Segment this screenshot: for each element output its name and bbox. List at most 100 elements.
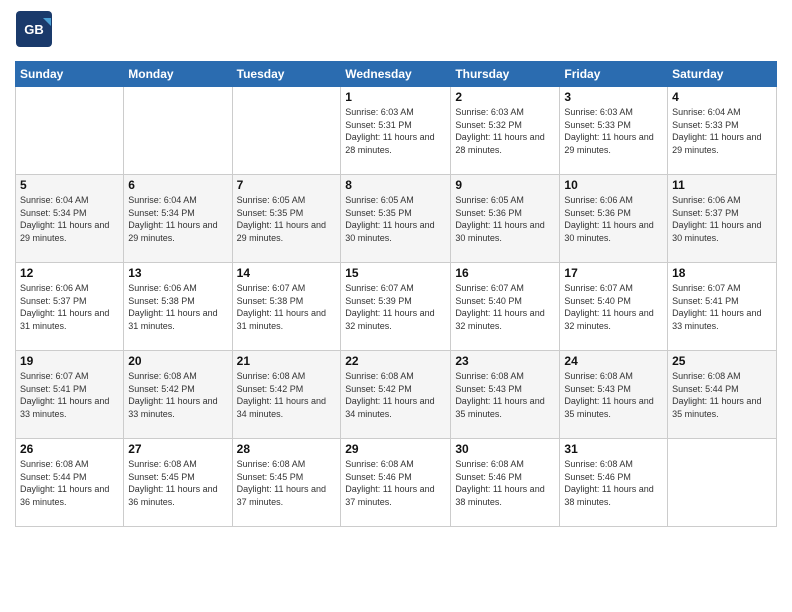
day-info: Sunrise: 6:08 AM Sunset: 5:42 PM Dayligh… (237, 370, 337, 420)
calendar-cell: 29 Sunrise: 6:08 AM Sunset: 5:46 PM Dayli… (341, 439, 451, 527)
calendar-cell (16, 87, 124, 175)
day-number: 3 (564, 90, 663, 104)
calendar-cell: 20Sunrise: 6:08 AM Sunset: 5:42 PM Dayli… (124, 351, 232, 439)
day-number: 2 (455, 90, 555, 104)
calendar-cell: 21 Sunrise: 6:08 AM Sunset: 5:42 PM Dayli… (232, 351, 341, 439)
day-number: 12 (20, 266, 119, 280)
day-number: 14 (237, 266, 337, 280)
calendar-header-row: SundayMondayTuesdayWednesdayThursdayFrid… (16, 62, 777, 87)
day-info: Sunrise: 6:07 AM Sunset: 5:39 PM Dayligh… (345, 282, 446, 332)
calendar-table: SundayMondayTuesdayWednesdayThursdayFrid… (15, 61, 777, 527)
calendar-cell (124, 87, 232, 175)
calendar-week-row: 12 Sunrise: 6:06 AM Sunset: 5:37 PM Dayli… (16, 263, 777, 351)
calendar-cell: 4Sunrise: 6:04 AM Sunset: 5:33 PM Daylig… (668, 87, 777, 175)
day-info: Sunrise: 6:06 AM Sunset: 5:37 PM Dayligh… (672, 194, 772, 244)
day-number: 25 (672, 354, 772, 368)
day-number: 13 (128, 266, 227, 280)
calendar-cell: 8 Sunrise: 6:05 AM Sunset: 5:35 PM Daylig… (341, 175, 451, 263)
calendar-cell: 15Sunrise: 6:07 AM Sunset: 5:39 PM Dayli… (341, 263, 451, 351)
calendar-cell: 9 Sunrise: 6:05 AM Sunset: 5:36 PM Daylig… (451, 175, 560, 263)
day-info: Sunrise: 6:03 AM Sunset: 5:32 PM Dayligh… (455, 106, 555, 156)
day-info: Sunrise: 6:08 AM Sunset: 5:42 PM Dayligh… (345, 370, 446, 420)
calendar-cell: 11 Sunrise: 6:06 AM Sunset: 5:37 PM Dayli… (668, 175, 777, 263)
logo-icon: GB (15, 10, 53, 48)
calendar-cell: 18 Sunrise: 6:07 AM Sunset: 5:41 PM Dayli… (668, 263, 777, 351)
calendar-cell: 5 Sunrise: 6:04 AM Sunset: 5:34 PM Daylig… (16, 175, 124, 263)
day-info: Sunrise: 6:06 AM Sunset: 5:37 PM Dayligh… (20, 282, 119, 332)
header: GB (15, 10, 777, 53)
calendar-cell: 7Sunrise: 6:05 AM Sunset: 5:35 PM Daylig… (232, 175, 341, 263)
calendar-cell: 19Sunrise: 6:07 AM Sunset: 5:41 PM Dayli… (16, 351, 124, 439)
calendar-cell: 30 Sunrise: 6:08 AM Sunset: 5:46 PM Dayli… (451, 439, 560, 527)
day-number: 21 (237, 354, 337, 368)
calendar-cell: 25 Sunrise: 6:08 AM Sunset: 5:44 PM Dayli… (668, 351, 777, 439)
day-info: Sunrise: 6:04 AM Sunset: 5:34 PM Dayligh… (20, 194, 119, 244)
calendar-week-row: 19Sunrise: 6:07 AM Sunset: 5:41 PM Dayli… (16, 351, 777, 439)
day-of-week-saturday: Saturday (668, 62, 777, 87)
day-of-week-friday: Friday (560, 62, 668, 87)
day-number: 1 (345, 90, 446, 104)
calendar-week-row: 5 Sunrise: 6:04 AM Sunset: 5:34 PM Daylig… (16, 175, 777, 263)
day-info: Sunrise: 6:07 AM Sunset: 5:41 PM Dayligh… (672, 282, 772, 332)
day-number: 29 (345, 442, 446, 456)
day-number: 5 (20, 178, 119, 192)
day-of-week-thursday: Thursday (451, 62, 560, 87)
calendar-cell: 13 Sunrise: 6:06 AM Sunset: 5:38 PM Dayli… (124, 263, 232, 351)
day-number: 17 (564, 266, 663, 280)
day-number: 20 (128, 354, 227, 368)
day-number: 24 (564, 354, 663, 368)
calendar-cell (668, 439, 777, 527)
day-info: Sunrise: 6:03 AM Sunset: 5:33 PM Dayligh… (564, 106, 663, 156)
day-info: Sunrise: 6:08 AM Sunset: 5:45 PM Dayligh… (237, 458, 337, 508)
day-info: Sunrise: 6:07 AM Sunset: 5:40 PM Dayligh… (455, 282, 555, 332)
day-info: Sunrise: 6:08 AM Sunset: 5:46 PM Dayligh… (564, 458, 663, 508)
calendar-cell: 12 Sunrise: 6:06 AM Sunset: 5:37 PM Dayli… (16, 263, 124, 351)
day-info: Sunrise: 6:05 AM Sunset: 5:36 PM Dayligh… (455, 194, 555, 244)
calendar-cell: 26Sunrise: 6:08 AM Sunset: 5:44 PM Dayli… (16, 439, 124, 527)
calendar-week-row: 26Sunrise: 6:08 AM Sunset: 5:44 PM Dayli… (16, 439, 777, 527)
day-info: Sunrise: 6:03 AM Sunset: 5:31 PM Dayligh… (345, 106, 446, 156)
day-number: 26 (20, 442, 119, 456)
day-number: 4 (672, 90, 772, 104)
day-number: 30 (455, 442, 555, 456)
day-info: Sunrise: 6:08 AM Sunset: 5:44 PM Dayligh… (672, 370, 772, 420)
calendar-cell: 23 Sunrise: 6:08 AM Sunset: 5:43 PM Dayli… (451, 351, 560, 439)
day-number: 11 (672, 178, 772, 192)
calendar-cell: 17Sunrise: 6:07 AM Sunset: 5:40 PM Dayli… (560, 263, 668, 351)
day-of-week-wednesday: Wednesday (341, 62, 451, 87)
calendar-cell: 24Sunrise: 6:08 AM Sunset: 5:43 PM Dayli… (560, 351, 668, 439)
day-info: Sunrise: 6:04 AM Sunset: 5:34 PM Dayligh… (128, 194, 227, 244)
day-info: Sunrise: 6:08 AM Sunset: 5:43 PM Dayligh… (455, 370, 555, 420)
day-number: 8 (345, 178, 446, 192)
calendar-cell: 28Sunrise: 6:08 AM Sunset: 5:45 PM Dayli… (232, 439, 341, 527)
calendar-week-row: 1 Sunrise: 6:03 AM Sunset: 5:31 PM Daylig… (16, 87, 777, 175)
calendar-cell: 10Sunrise: 6:06 AM Sunset: 5:36 PM Dayli… (560, 175, 668, 263)
calendar-cell: 2 Sunrise: 6:03 AM Sunset: 5:32 PM Daylig… (451, 87, 560, 175)
logo: GB (15, 10, 57, 53)
calendar-cell: 1 Sunrise: 6:03 AM Sunset: 5:31 PM Daylig… (341, 87, 451, 175)
calendar-cell: 16 Sunrise: 6:07 AM Sunset: 5:40 PM Dayli… (451, 263, 560, 351)
day-of-week-monday: Monday (124, 62, 232, 87)
day-number: 19 (20, 354, 119, 368)
calendar-cell (232, 87, 341, 175)
calendar-cell: 3 Sunrise: 6:03 AM Sunset: 5:33 PM Daylig… (560, 87, 668, 175)
day-info: Sunrise: 6:08 AM Sunset: 5:46 PM Dayligh… (455, 458, 555, 508)
calendar-cell: 31 Sunrise: 6:08 AM Sunset: 5:46 PM Dayli… (560, 439, 668, 527)
day-number: 23 (455, 354, 555, 368)
day-info: Sunrise: 6:06 AM Sunset: 5:38 PM Dayligh… (128, 282, 227, 332)
day-info: Sunrise: 6:07 AM Sunset: 5:38 PM Dayligh… (237, 282, 337, 332)
svg-text:GB: GB (24, 22, 44, 37)
day-of-week-tuesday: Tuesday (232, 62, 341, 87)
day-number: 6 (128, 178, 227, 192)
day-number: 31 (564, 442, 663, 456)
day-number: 22 (345, 354, 446, 368)
day-number: 10 (564, 178, 663, 192)
day-info: Sunrise: 6:05 AM Sunset: 5:35 PM Dayligh… (345, 194, 446, 244)
day-number: 18 (672, 266, 772, 280)
day-number: 16 (455, 266, 555, 280)
calendar-cell: 22 Sunrise: 6:08 AM Sunset: 5:42 PM Dayli… (341, 351, 451, 439)
day-number: 9 (455, 178, 555, 192)
day-info: Sunrise: 6:08 AM Sunset: 5:46 PM Dayligh… (345, 458, 446, 508)
day-number: 7 (237, 178, 337, 192)
calendar-cell: 27Sunrise: 6:08 AM Sunset: 5:45 PM Dayli… (124, 439, 232, 527)
